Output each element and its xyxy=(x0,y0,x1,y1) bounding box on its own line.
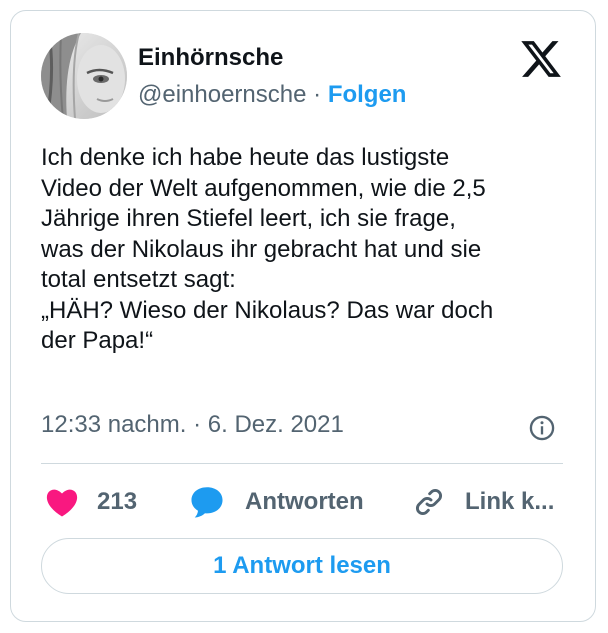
tweet-text: Ich denke ich habe heute das lustigste V… xyxy=(41,143,571,357)
like-count: 213 xyxy=(97,488,138,515)
like-button[interactable]: 213 xyxy=(45,485,137,519)
link-icon xyxy=(415,488,443,516)
follow-link[interactable]: Folgen xyxy=(328,81,407,108)
x-logo-icon[interactable] xyxy=(519,37,563,81)
author-meta: @einhoernsche · Folgen xyxy=(138,81,406,109)
read-replies-button[interactable]: 1 Antwort lesen xyxy=(41,538,563,594)
tweet-line: was der Nikolaus ihr gebracht hat und si… xyxy=(41,235,482,263)
tweet-timestamp[interactable]: 12:33 nachm. · 6. Dez. 2021 xyxy=(41,411,344,439)
separator-dot: · xyxy=(313,81,322,108)
tweet-line: Ich denke ich habe heute das lustigste xyxy=(41,144,450,171)
tweet-line: Video der Welt aufgenommen, wie die 2,5 xyxy=(41,174,486,202)
info-icon[interactable] xyxy=(528,414,556,442)
copy-link-label: Link k... xyxy=(465,488,555,515)
tweet-line: der Papa!“ xyxy=(41,327,154,354)
tweet-line: total entsetzt sagt: xyxy=(41,266,236,293)
avatar[interactable] xyxy=(41,33,127,119)
copy-link-button[interactable]: Link k... xyxy=(413,485,554,519)
author-name[interactable]: Einhörnsche xyxy=(138,44,283,72)
tweet-line: „HÄH? Wieso der Nikolaus? Das war doch xyxy=(41,296,494,324)
reply-label: Antworten xyxy=(245,488,364,515)
tweet-card: Einhörnsche @einhoernsche · Folgen Ich d… xyxy=(10,10,596,622)
reply-button[interactable]: Antworten xyxy=(189,485,364,519)
speech-bubble-icon xyxy=(191,487,223,518)
avatar-image xyxy=(41,33,127,119)
tweet-line: Jährige ihren Stiefel leert, ich sie fra… xyxy=(41,205,456,232)
divider xyxy=(41,463,563,464)
heart-icon xyxy=(46,489,78,517)
author-handle[interactable]: @einhoernsche xyxy=(138,81,306,108)
